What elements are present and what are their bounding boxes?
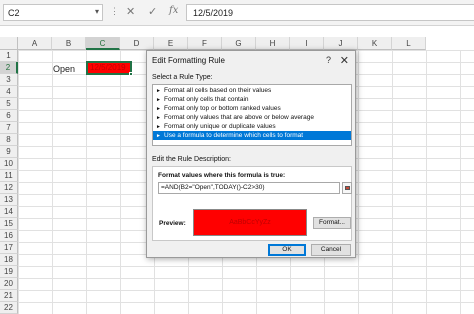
range-selector-icon[interactable] [342, 182, 352, 194]
row-header-10[interactable]: 10 [0, 158, 18, 170]
name-box[interactable]: C2 ▾ [3, 4, 103, 21]
arrow-right-icon: ► [156, 106, 161, 112]
rule-type-item[interactable]: ► Format only cells that contain [153, 95, 351, 104]
rule-type-item[interactable]: ► Format all cells based on their values [153, 86, 351, 95]
formula-bar: C2 ▾ ⋮ ✕ ✓ fx 12/5/2019 [0, 0, 474, 26]
column-header-b[interactable]: B [52, 37, 86, 50]
column-header-f[interactable]: F [188, 37, 222, 50]
row-header-14[interactable]: 14 [0, 206, 18, 218]
column-header-d[interactable]: D [120, 37, 154, 50]
column-header-i[interactable]: I [290, 37, 324, 50]
preview-swatch: AaBbCcYyZz [193, 209, 307, 236]
row-header-8[interactable]: 8 [0, 134, 18, 146]
column-header-l[interactable]: L [392, 37, 426, 50]
arrow-right-icon: ► [156, 88, 161, 94]
row-header-22[interactable]: 22 [0, 302, 18, 314]
formula-field[interactable]: =AND(B2="Open",TODAY()-C2>30) [158, 182, 340, 194]
row-header-6[interactable]: 6 [0, 110, 18, 122]
cell-c2-selected[interactable]: 12/5/2019 [86, 61, 133, 76]
formula-input[interactable]: 12/5/2019 [186, 4, 474, 21]
column-header-e[interactable]: E [154, 37, 188, 50]
rule-type-item[interactable]: ► Format only unique or duplicate values [153, 122, 351, 131]
format-button[interactable]: Format... [313, 217, 351, 229]
row-header-2[interactable]: 2 [0, 62, 18, 74]
rule-type-label: Format only values that are above or bel… [164, 114, 314, 121]
close-icon[interactable]: ✕ [340, 54, 349, 67]
rule-type-item[interactable]: ► Format only top or bottom ranked values [153, 104, 351, 113]
row-header-13[interactable]: 13 [0, 194, 18, 206]
chevron-down-icon[interactable]: ▾ [95, 7, 99, 16]
row-header-3[interactable]: 3 [0, 74, 18, 86]
insert-function-icon[interactable]: fx [169, 5, 178, 16]
ok-button[interactable]: OK [268, 244, 306, 256]
column-header-c[interactable]: C [86, 37, 120, 50]
column-header-j[interactable]: J [324, 37, 358, 50]
name-box-value: C2 [8, 8, 20, 18]
rule-type-list[interactable]: ► Format all cells based on their values ►… [152, 84, 352, 146]
rule-type-item[interactable]: ► Use a formula to determine which cells … [153, 131, 351, 140]
rule-type-label: Format only top or bottom ranked values [164, 105, 281, 112]
rule-type-label: Format only unique or duplicate values [164, 123, 276, 130]
select-all-corner[interactable] [0, 37, 18, 50]
row-header-19[interactable]: 19 [0, 266, 18, 278]
row-header-4[interactable]: 4 [0, 86, 18, 98]
rule-description-panel: Format values where this formula is true… [152, 166, 352, 241]
rule-type-label: Use a formula to determine which cells t… [164, 132, 304, 139]
row-header-9[interactable]: 9 [0, 146, 18, 158]
formula-bar-grip-icon[interactable]: ⋮ [110, 6, 119, 17]
row-header-20[interactable]: 20 [0, 278, 18, 290]
fill-handle[interactable] [129, 72, 133, 76]
cell-b2[interactable]: Open [52, 63, 86, 75]
column-header-g[interactable]: G [222, 37, 256, 50]
column-header-k[interactable]: K [358, 37, 392, 50]
arrow-right-icon: ► [156, 124, 161, 130]
rule-type-label: Format all cells based on their values [164, 87, 272, 94]
arrow-right-icon: ► [156, 115, 161, 121]
confirm-edit-icon[interactable]: ✓ [148, 5, 157, 18]
cell-c2-value: 12/5/2019 [90, 63, 126, 72]
help-icon[interactable]: ? [326, 55, 331, 65]
row-header-5[interactable]: 5 [0, 98, 18, 110]
row-header-15[interactable]: 15 [0, 218, 18, 230]
format-values-label: Format values where this formula is true… [158, 172, 286, 179]
row-header-11[interactable]: 11 [0, 170, 18, 182]
row-header-1[interactable]: 1 [0, 50, 18, 62]
arrow-right-icon: ► [156, 97, 161, 103]
arrow-right-icon: ► [156, 133, 161, 139]
row-header-12[interactable]: 12 [0, 182, 18, 194]
cancel-button[interactable]: Cancel [311, 244, 351, 256]
edit-description-label: Edit the Rule Description: [152, 156, 231, 163]
column-header-a[interactable]: A [18, 37, 52, 50]
row-header-18[interactable]: 18 [0, 254, 18, 266]
rule-type-item[interactable]: ► Format only values that are above or be… [153, 113, 351, 122]
column-header-h[interactable]: H [256, 37, 290, 50]
row-header-7[interactable]: 7 [0, 122, 18, 134]
preview-label: Preview: [159, 220, 186, 227]
row-header-16[interactable]: 16 [0, 230, 18, 242]
cancel-edit-icon[interactable]: ✕ [126, 5, 135, 18]
rule-type-label: Format only cells that contain [164, 96, 249, 103]
edit-formatting-rule-dialog: Edit Formatting Rule ? ✕ Select a Rule T… [146, 50, 356, 258]
select-rule-type-label: Select a Rule Type: [152, 74, 213, 81]
row-header-21[interactable]: 21 [0, 290, 18, 302]
dialog-title: Edit Formatting Rule [152, 56, 225, 65]
row-header-17[interactable]: 17 [0, 242, 18, 254]
